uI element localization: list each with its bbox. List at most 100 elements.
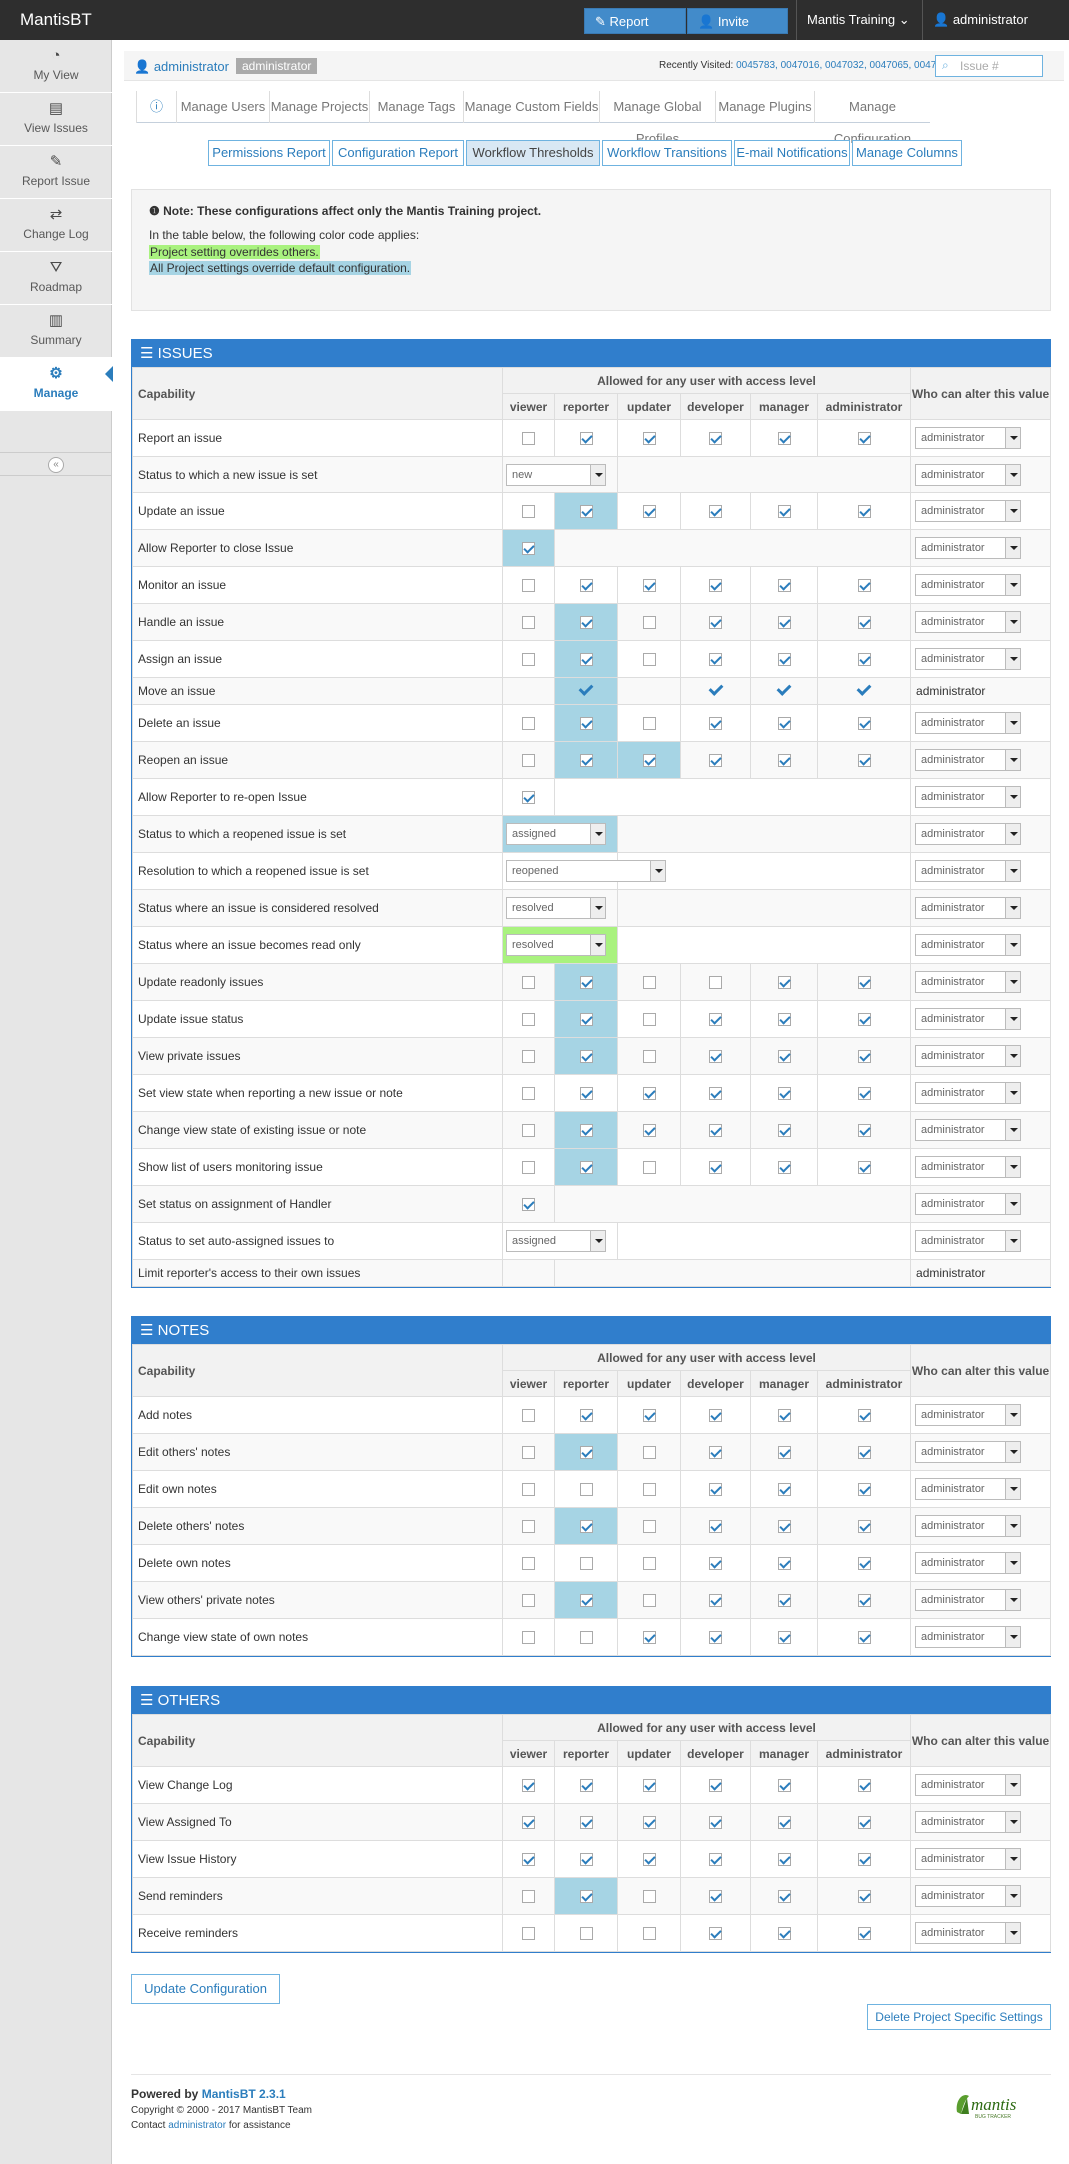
tab-manage-projects[interactable]: Manage Projects [269,91,369,123]
who-select[interactable]: administrator [915,934,1022,956]
permission-checkbox[interactable] [857,1087,871,1101]
who-select[interactable]: administrator [915,648,1022,670]
permission-checkbox[interactable] [522,432,535,446]
update-configuration-button[interactable]: Update Configuration [131,1974,280,2004]
permission-checkbox[interactable] [522,1890,535,1904]
permission-checkbox[interactable] [857,976,871,990]
report-issue-button[interactable]: ✎ Report Issue [584,8,686,55]
permission-checkbox[interactable] [579,1446,593,1460]
tab-manage-configuration[interactable]: Manage Configuration [814,91,930,146]
status-select[interactable]: assigned [506,823,606,845]
permission-checkbox[interactable] [579,579,593,593]
permission-checkbox[interactable] [857,1409,871,1423]
permission-checkbox[interactable] [857,1890,871,1904]
permission-checkbox[interactable] [857,653,871,667]
who-select[interactable]: administrator [915,463,1022,486]
permission-checkbox[interactable] [709,1890,722,1904]
permission-checkbox[interactable] [777,579,791,593]
who-select[interactable]: administrator [915,1589,1022,1611]
permission-checkbox[interactable] [579,1816,593,1830]
permission-checkbox[interactable] [522,1050,535,1064]
permission-checkbox[interactable] [777,717,791,731]
permission-checkbox[interactable] [709,717,722,731]
permission-checkbox[interactable] [579,1557,593,1571]
user-menu[interactable]: 👤 administrator ⌄ [922,0,1046,67]
permission-checkbox[interactable] [777,1446,791,1460]
who-select[interactable]: administrator [915,897,1022,919]
permission-checkbox[interactable] [709,653,722,667]
who-select[interactable]: administrator [915,1119,1022,1141]
permission-checkbox[interactable] [642,976,656,990]
permission-checkbox[interactable] [579,1409,593,1423]
permission-checkbox[interactable] [579,1124,593,1138]
permission-checkbox[interactable] [857,1483,871,1497]
permission-checkbox[interactable] [642,1557,656,1571]
sidebar-item-view-issues[interactable]: ▤ View Issues [0,93,112,146]
permission-checkbox[interactable] [857,1594,871,1608]
permission-checkbox[interactable] [642,432,656,446]
who-select[interactable]: administrator [915,1515,1022,1537]
sidebar-item-summary[interactable]: ▥ Summary [0,305,112,358]
who-select[interactable]: administrator [915,860,1022,882]
permission-checkbox[interactable] [579,976,593,990]
permission-checkbox[interactable] [709,1557,722,1571]
permission-checkbox[interactable] [522,616,535,630]
permission-checkbox[interactable] [777,1161,791,1175]
who-select[interactable]: administrator [915,1626,1022,1648]
permission-checkbox[interactable] [642,616,656,630]
tab-manage-plugins[interactable]: Manage Plugins [715,91,814,123]
who-select[interactable]: administrator [915,1045,1022,1067]
delete-project-settings-button[interactable]: Delete Project Specific Settings [867,2004,1051,2030]
permission-checkbox[interactable] [642,1890,656,1904]
permission-checkbox[interactable] [579,717,593,731]
permission-checkbox[interactable] [642,1853,656,1867]
subtab-workflow-transitions[interactable]: Workflow Transitions [602,140,732,166]
permission-checkbox[interactable] [777,1890,791,1904]
subtab-manage-columns[interactable]: Manage Columns [852,140,962,166]
permission-checkbox[interactable] [642,1050,656,1064]
permission-checkbox[interactable] [642,1594,656,1608]
recent-issue-links[interactable]: 0045783, 0047016, 0047032, 0047065, 0047… [736,60,953,71]
permission-checkbox[interactable] [709,1161,722,1175]
permission-checkbox[interactable] [522,1483,535,1497]
permission-checkbox[interactable] [857,1050,871,1064]
permission-checkbox[interactable] [642,1520,656,1534]
permission-checkbox[interactable] [777,1853,791,1867]
permission-checkbox[interactable] [579,1161,593,1175]
permission-checkbox[interactable] [642,754,656,768]
permission-checkbox[interactable] [642,1409,656,1423]
permission-checkbox[interactable] [522,653,535,667]
permission-checkbox[interactable] [642,1631,656,1645]
permission-checkbox[interactable] [777,1557,791,1571]
permission-checkbox[interactable] [522,1816,535,1830]
permission-checkbox[interactable] [579,505,593,519]
permission-checkbox[interactable] [642,653,656,667]
permission-checkbox[interactable] [709,1124,722,1138]
permission-checkbox[interactable] [709,1087,722,1101]
permission-checkbox[interactable] [777,653,791,667]
permission-checkbox[interactable] [709,1050,722,1064]
permission-checkbox[interactable] [857,1631,871,1645]
permission-checkbox[interactable] [709,1816,722,1830]
permission-checkbox[interactable] [857,1927,871,1941]
permission-checkbox[interactable] [709,1520,722,1534]
permission-checkbox[interactable] [857,1779,871,1793]
permission-checkbox[interactable] [857,1161,871,1175]
permission-checkbox[interactable] [642,1816,656,1830]
permission-checkbox[interactable] [857,432,871,446]
brand-title[interactable]: MantisBT [20,10,92,30]
who-select[interactable]: administrator [915,1441,1022,1463]
tab-manage-tags[interactable]: Manage Tags [369,91,463,123]
permission-checkbox[interactable] [777,432,791,446]
permission-checkbox[interactable] [642,1087,656,1101]
permission-checkbox[interactable] [857,1520,871,1534]
permission-checkbox[interactable] [579,1087,593,1101]
permission-checkbox[interactable] [709,1013,722,1027]
permission-checkbox[interactable] [522,1594,535,1608]
who-select[interactable]: administrator [915,427,1022,449]
permission-checkbox[interactable] [857,754,871,768]
permission-checkbox[interactable] [857,1853,871,1867]
sidebar-item-my-view[interactable]: ◔ My View [0,40,112,93]
permission-checkbox[interactable] [777,976,791,990]
permission-checkbox[interactable] [579,1013,593,1027]
